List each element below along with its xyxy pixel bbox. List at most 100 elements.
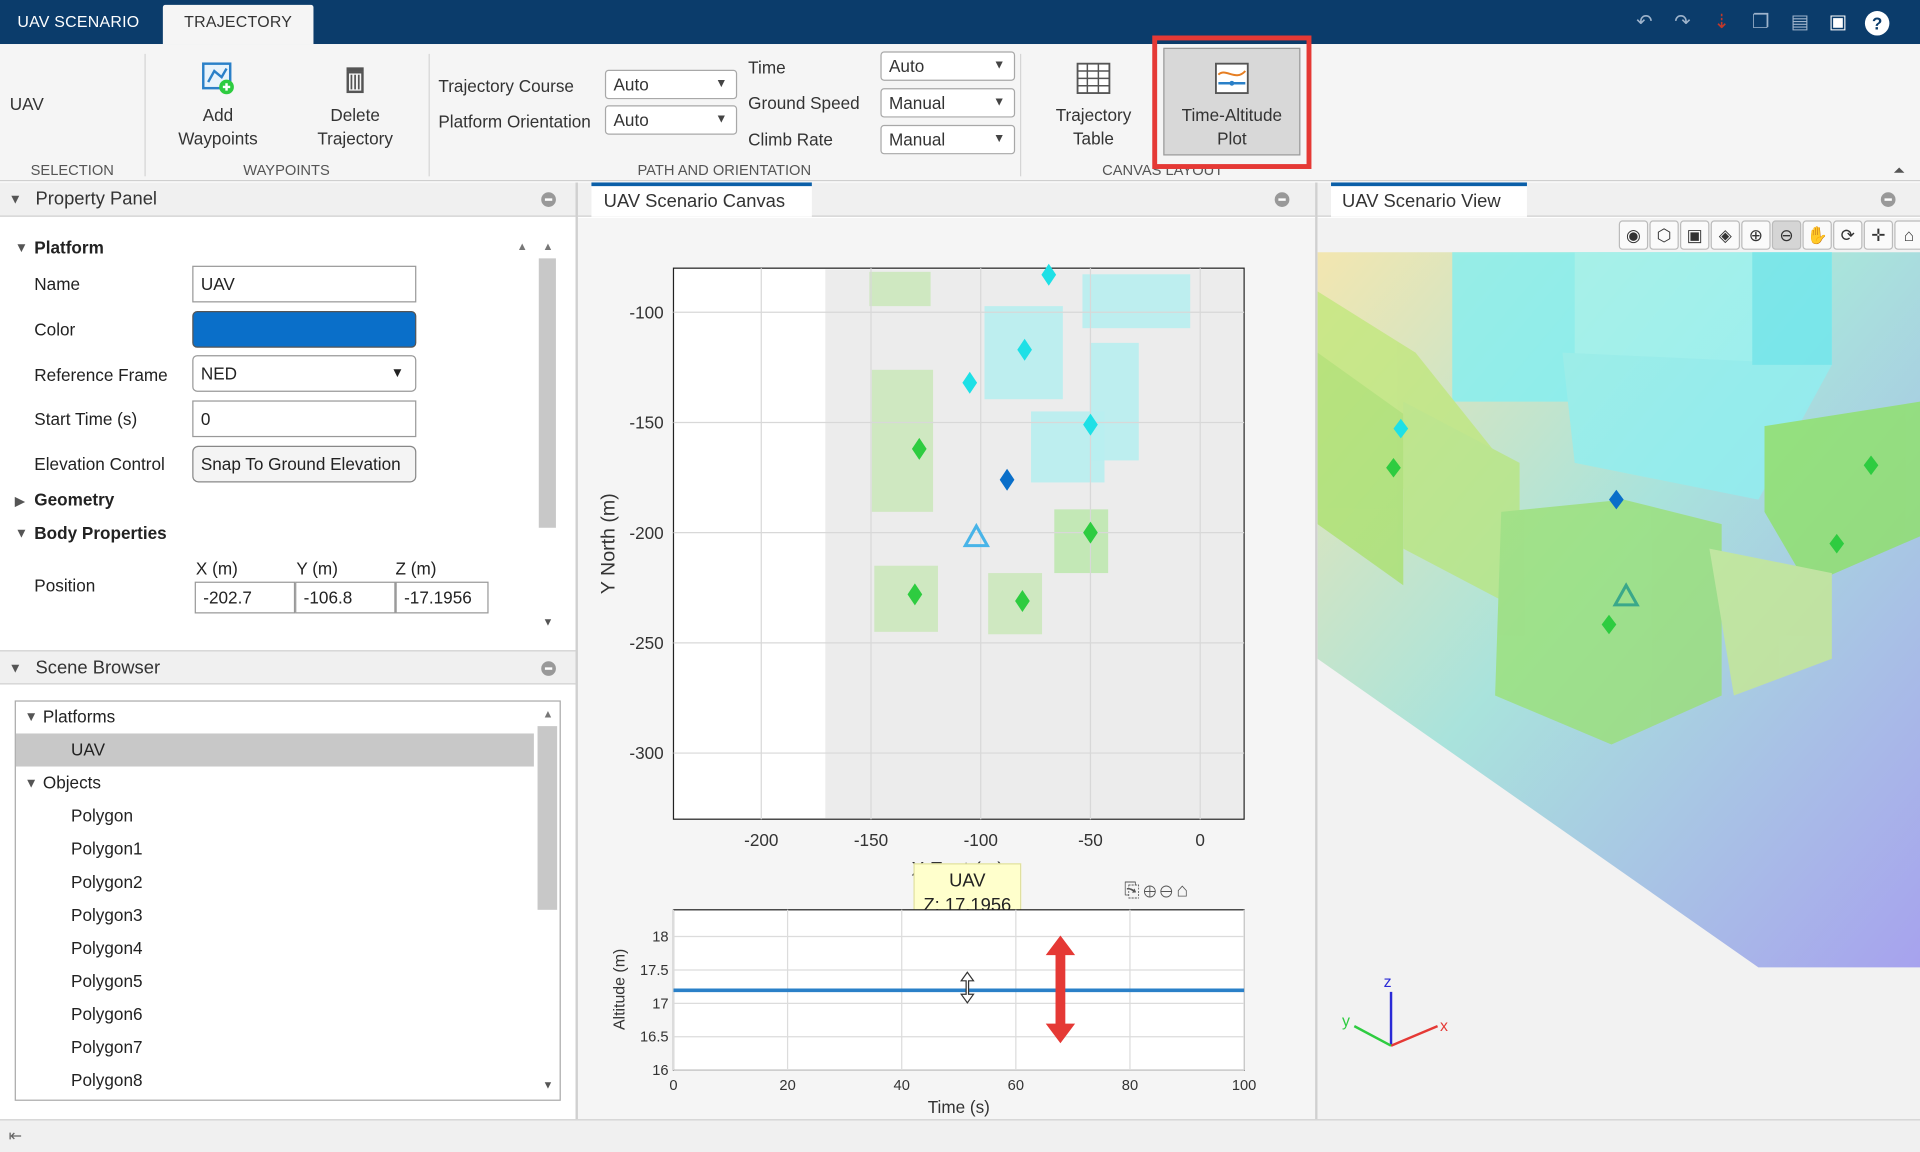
panel-menu-icon[interactable] xyxy=(541,661,556,676)
cube-front-icon[interactable]: ▣ xyxy=(1680,220,1710,250)
dropdown-arrow-icon: ▼ xyxy=(993,58,1006,73)
zoom-in-icon[interactable]: ⊕ xyxy=(1741,220,1771,250)
tree-item-polygon1[interactable]: Polygon1 xyxy=(71,833,142,866)
panel-menu-icon[interactable] xyxy=(1880,192,1896,207)
tree-item-polygon8[interactable]: Polygon8 xyxy=(71,1064,142,1097)
trajectory-course-label: Trajectory Course xyxy=(438,75,574,96)
tree-item-polygon4[interactable]: Polygon4 xyxy=(71,932,142,965)
position-x-field[interactable]: -202.7 xyxy=(194,581,296,614)
top-down-plot[interactable]: -200 -150 -100 -50 0 -100 -150 -200 -250 -300 Y N… xyxy=(578,218,1315,904)
scroll-up-icon[interactable]: ▲ xyxy=(542,708,553,720)
panel-menu-icon[interactable] xyxy=(541,192,556,207)
reference-frame-dropdown[interactable]: NED ▼ xyxy=(192,355,417,392)
copy-icon[interactable]: ❐ xyxy=(1749,11,1773,35)
platform-orientation-dropdown[interactable]: Auto ▼ xyxy=(604,105,738,135)
altitude-tick-label: 17 xyxy=(652,996,668,1012)
tree-item-polygon6[interactable]: Polygon6 xyxy=(71,998,142,1031)
view-toolbar: ◉ ⬡ ▣ ◈ ⊕ ⊖ ✋ ⟳ ✛ ⌂ xyxy=(1618,220,1920,252)
collapse-left-icon[interactable]: ⇤ xyxy=(9,1127,22,1147)
tree-objects[interactable]: Objects xyxy=(43,767,101,800)
axis-z-label: z xyxy=(1384,974,1392,991)
selection-value: UAV xyxy=(9,94,44,114)
body-properties-collapse-icon[interactable]: ▼ xyxy=(15,527,28,542)
climb-rate-dropdown[interactable]: Manual ▼ xyxy=(880,124,1016,155)
ground-speed-dropdown[interactable]: Manual ▼ xyxy=(880,88,1016,118)
green-building-footprint xyxy=(874,565,938,632)
view-tab-bar: UAV Scenario View xyxy=(1317,182,1920,217)
body-properties-section-header[interactable]: Body Properties xyxy=(34,523,166,543)
time-axis-label: Time (s) xyxy=(928,1097,990,1117)
help-icon[interactable]: ? xyxy=(1864,11,1890,36)
tree-item-polygon7[interactable]: Polygon7 xyxy=(71,1031,142,1064)
platform-collapse-icon[interactable]: ▼ xyxy=(15,241,28,256)
scroll-down-icon[interactable]: ▼ xyxy=(542,616,553,628)
collapse-icon[interactable]: ▼ xyxy=(9,661,22,676)
scroll-down-icon[interactable]: ▼ xyxy=(542,1079,553,1091)
download-icon[interactable]: ⇣ xyxy=(1709,11,1733,35)
tab-uav-scenario-view[interactable]: UAV Scenario View xyxy=(1331,182,1527,217)
snap-to-ground-button[interactable]: Snap To Ground Elevation xyxy=(192,445,417,483)
paste-icon[interactable]: ▤ xyxy=(1788,11,1812,35)
tree-item-polygon2[interactable]: Polygon2 xyxy=(71,866,142,899)
delete-trajectory-label-2: Trajectory xyxy=(317,128,393,149)
scroll-up-icon[interactable]: ▲ xyxy=(542,240,553,252)
section-waypoints: WAYPOINTS xyxy=(243,161,330,179)
scene-3d-render: z x y xyxy=(1317,252,1920,1047)
platform-section-header[interactable]: Platform xyxy=(34,238,104,258)
home-icon[interactable]: ⌂ xyxy=(1176,880,1192,901)
name-label: Name xyxy=(34,274,81,294)
scenario-3d-view[interactable]: z x y ◉ ⬡ ▣ ◈ ⊕ ⊖ ✋ ⟳ ✛ ⌂ xyxy=(1317,217,1920,1120)
canvas-title: UAV Scenario Canvas xyxy=(603,191,786,212)
tab-uav-scenario[interactable]: UAV SCENARIO xyxy=(0,0,157,44)
platforms-collapse-icon[interactable]: ▼ xyxy=(24,710,37,725)
cube-icon[interactable]: ⬡ xyxy=(1649,220,1679,250)
panel-menu-icon[interactable] xyxy=(1274,192,1290,207)
trajectory-course-dropdown[interactable]: Auto ▼ xyxy=(604,69,738,100)
trajectory-table-button[interactable]: Trajectory Table xyxy=(1038,60,1148,151)
geometry-section-header[interactable]: Geometry xyxy=(34,490,114,510)
save-icon[interactable]: ▣ xyxy=(1826,11,1850,35)
property-scrollbar[interactable] xyxy=(538,258,556,528)
zoom-out-icon[interactable]: ⊖ xyxy=(1771,220,1802,250)
altitude-tick-label: 16.5 xyxy=(640,1030,669,1046)
redo-icon[interactable]: ↷ xyxy=(1670,11,1694,35)
undo-icon[interactable]: ↶ xyxy=(1632,11,1656,35)
tree-platforms[interactable]: Platforms xyxy=(43,702,115,734)
home-icon[interactable]: ⌂ xyxy=(1894,220,1920,250)
add-waypoints-button[interactable]: Add Waypoints xyxy=(163,60,273,151)
name-field[interactable]: UAV xyxy=(192,265,417,303)
canvas-tab-bar: UAV Scenario Canvas xyxy=(577,182,1316,217)
dropdown-arrow-icon: ▼ xyxy=(715,112,728,127)
color-picker[interactable] xyxy=(192,311,417,348)
zoom-out-icon[interactable]: ⊖ xyxy=(1160,880,1176,901)
ground-speed-label: Ground Speed xyxy=(748,93,860,113)
time-dropdown[interactable]: Auto ▼ xyxy=(880,51,1016,81)
collapse-icon[interactable]: ▼ xyxy=(9,192,22,207)
browser-scrollbar[interactable] xyxy=(537,726,558,910)
zoom-in-icon[interactable]: ⊕ xyxy=(1143,880,1159,901)
tree-item-polygon3[interactable]: Polygon3 xyxy=(71,899,142,932)
tree-item-uav[interactable]: UAV xyxy=(15,733,534,767)
rotate-icon[interactable]: ⟳ xyxy=(1833,220,1863,250)
objects-collapse-icon[interactable]: ▼ xyxy=(24,776,37,791)
crosshair-icon[interactable]: ✛ xyxy=(1863,220,1894,250)
tree-item-polygon[interactable]: Polygon xyxy=(71,800,133,833)
delete-trajectory-button[interactable]: Delete Trajectory xyxy=(302,60,407,151)
cube-side-icon[interactable]: ◈ xyxy=(1710,220,1741,250)
position-y-field[interactable]: -106.8 xyxy=(295,581,396,614)
position-z-field[interactable]: -17.1956 xyxy=(395,581,489,614)
tab-trajectory[interactable]: TRAJECTORY xyxy=(162,4,314,45)
tree-item-polygon5[interactable]: Polygon5 xyxy=(71,965,142,998)
time-altitude-plot[interactable]: 0 20 40 60 80 1001616.51717.518 Altitude (m) … xyxy=(578,904,1315,1120)
pan-icon[interactable]: ✋ xyxy=(1802,220,1832,250)
tab-uav-scenario-canvas[interactable]: UAV Scenario Canvas xyxy=(591,182,812,217)
start-time-field[interactable]: 0 xyxy=(192,400,417,438)
hide-icon[interactable]: ◉ xyxy=(1618,220,1649,250)
geometry-expand-icon[interactable]: ▶ xyxy=(15,493,25,510)
z-label: Z (m) xyxy=(395,558,437,578)
x-label: X (m) xyxy=(195,558,238,578)
scroll-up-icon[interactable]: ▲ xyxy=(517,240,528,252)
export-icon[interactable]: ⎘ xyxy=(1124,880,1143,901)
collapse-toolstrip-icon[interactable]: ⏶ xyxy=(1893,162,1905,180)
section-path-orientation: PATH AND ORIENTATION xyxy=(637,161,812,179)
